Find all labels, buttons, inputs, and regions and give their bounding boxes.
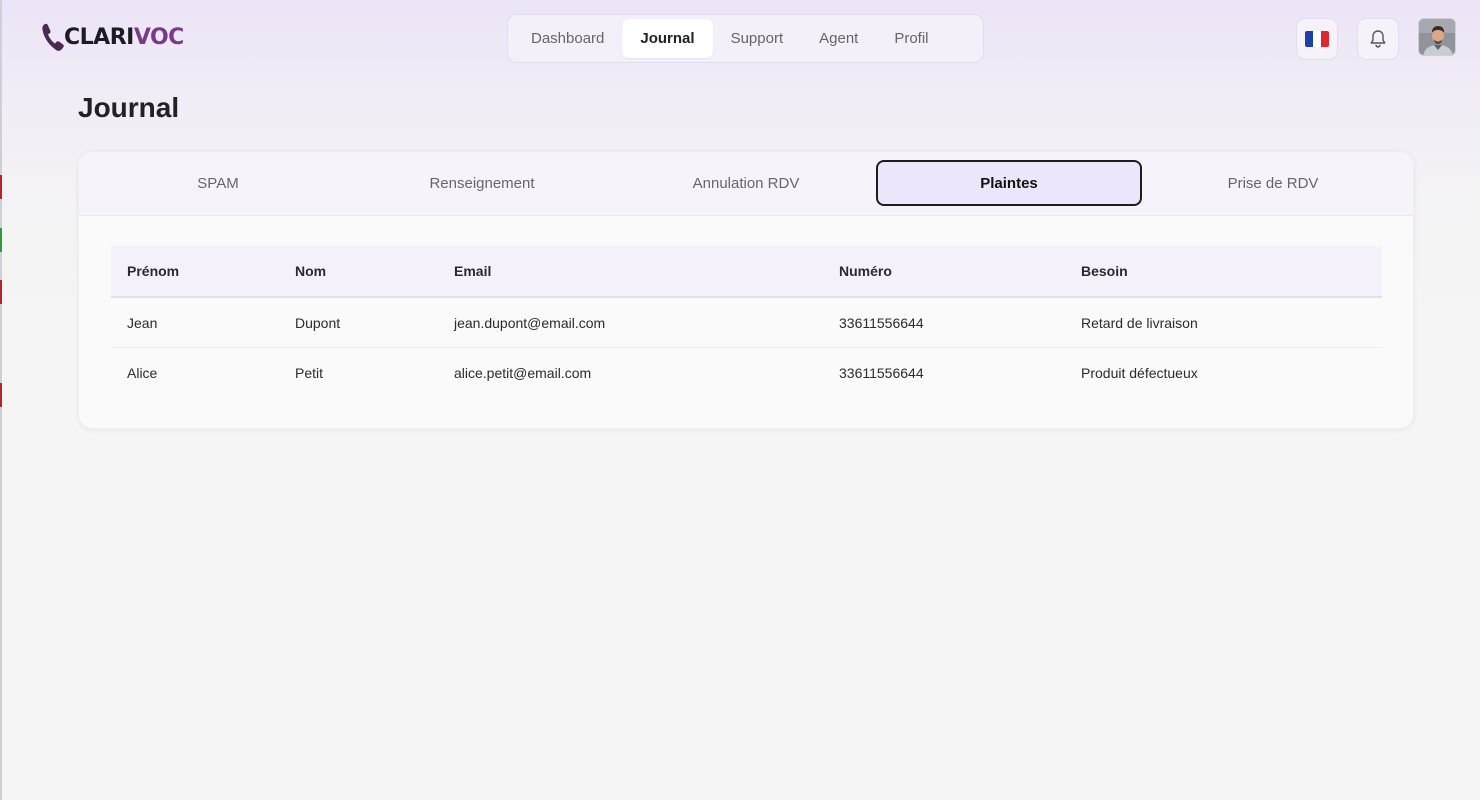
column-header-besoin[interactable]: Besoin: [1065, 246, 1382, 298]
nav-item-dashboard[interactable]: Dashboard: [513, 19, 622, 58]
brand-logo[interactable]: CLARIVOC: [40, 20, 184, 54]
tab-annulation-rdv[interactable]: Annulation RDV: [613, 160, 879, 206]
cell-nom: Petit: [295, 364, 324, 381]
brand-name-part1: CLARI: [64, 24, 134, 50]
column-header-nom[interactable]: Nom: [279, 246, 438, 298]
cell-email: jean.dupont@email.com: [438, 297, 823, 348]
category-tabs: SPAM Renseignement Annulation RDV Plaint…: [79, 152, 1413, 216]
cell-email: alice.petit@email.com: [454, 364, 592, 381]
cell-prenom: Alice: [127, 364, 158, 381]
brand-name: CLARIVOC: [64, 25, 184, 50]
tab-prise-de-rdv[interactable]: Prise de RDV: [1140, 160, 1406, 206]
nav-item-journal[interactable]: Journal: [622, 19, 713, 58]
page-title: Journal: [78, 92, 180, 123]
complaints-table: Prénom Nom Email Numéro Besoin Jean Dupo…: [111, 246, 1382, 397]
nav-item-agent[interactable]: Agent: [801, 19, 876, 58]
tab-renseignement[interactable]: Renseignement: [349, 160, 615, 206]
table-row[interactable]: Jean Dupont jean.dupont@email.com 336115…: [111, 297, 1382, 348]
journal-card: SPAM Renseignement Annulation RDV Plaint…: [78, 151, 1414, 429]
user-photo-icon: [1419, 19, 1455, 55]
column-header-prenom[interactable]: Prénom: [111, 246, 279, 298]
cell-numero: 33611556644: [823, 297, 1065, 348]
flag-france-icon: [1305, 31, 1329, 47]
cell-besoin: Retard de livraison: [1065, 297, 1382, 348]
brand-name-part2: VOC: [133, 24, 185, 50]
notifications-button[interactable]: [1357, 18, 1399, 60]
column-header-numero[interactable]: Numéro: [823, 246, 1065, 298]
cell-besoin: Produit défectueux: [1081, 364, 1198, 381]
window-left-edge: [0, 0, 2, 800]
phone-icon: [42, 23, 64, 51]
bell-icon: [1370, 30, 1386, 48]
nav-item-profil[interactable]: Profil: [876, 19, 946, 58]
nav-item-support[interactable]: Support: [713, 19, 802, 58]
main-nav: Dashboard Journal Support Agent Profil: [507, 14, 984, 63]
cell-nom: Dupont: [279, 297, 438, 348]
table-row[interactable]: Alice Petit alice.petit@email.com 336115…: [111, 348, 1382, 398]
tab-plaintes[interactable]: Plaintes: [876, 160, 1142, 206]
cell-numero: 33611556644: [839, 364, 924, 381]
complaints-table-wrapper: Prénom Nom Email Numéro Besoin Jean Dupo…: [111, 246, 1382, 397]
cell-prenom: Jean: [111, 297, 279, 348]
column-header-email[interactable]: Email: [438, 246, 823, 298]
language-button[interactable]: [1296, 18, 1338, 60]
tab-spam[interactable]: SPAM: [85, 160, 351, 206]
table-header-row: Prénom Nom Email Numéro Besoin: [111, 246, 1382, 298]
user-avatar[interactable]: [1418, 18, 1456, 56]
